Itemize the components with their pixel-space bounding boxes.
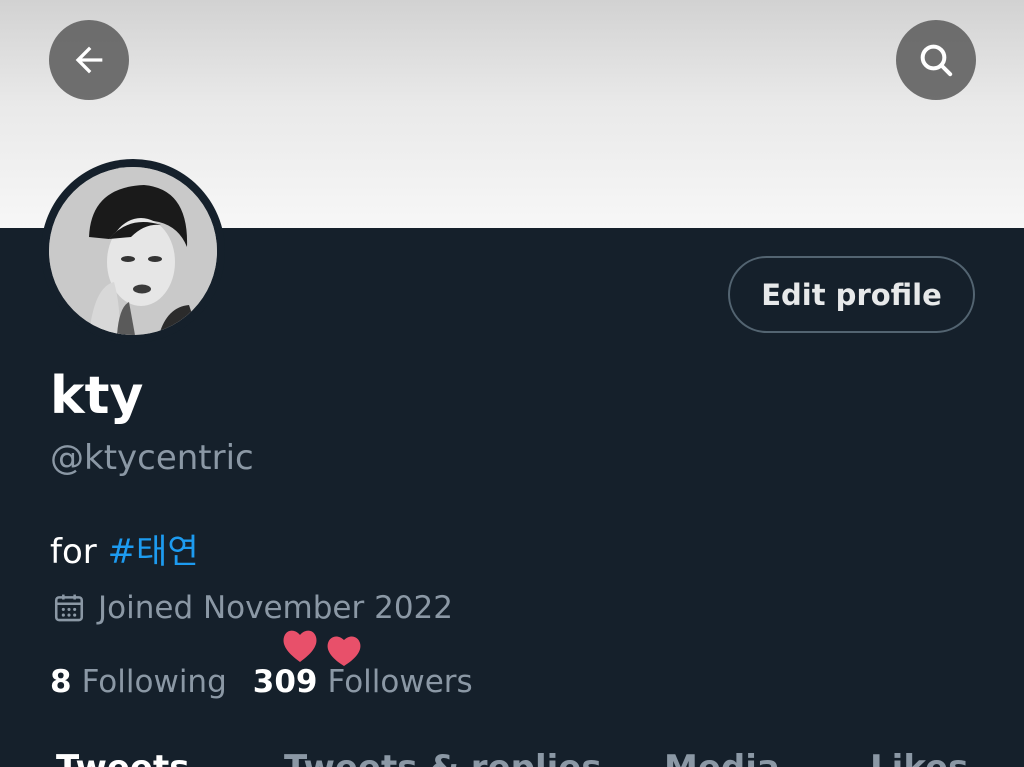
following-link[interactable]: 8 Following bbox=[50, 664, 227, 700]
search-button[interactable] bbox=[896, 20, 976, 100]
back-button[interactable] bbox=[49, 20, 129, 100]
profile-tabs: Tweets Tweets & replies Media Likes bbox=[0, 748, 1024, 767]
display-name: kty bbox=[50, 366, 144, 426]
tab-likes[interactable]: Likes bbox=[870, 748, 968, 767]
tab-tweets[interactable]: Tweets bbox=[56, 748, 189, 767]
tab-tweets-replies[interactable]: Tweets & replies bbox=[284, 748, 602, 767]
avatar-image bbox=[49, 167, 217, 335]
search-icon bbox=[920, 44, 953, 77]
following-label: Following bbox=[81, 664, 227, 700]
avatar[interactable] bbox=[41, 159, 225, 343]
bio-text: for bbox=[50, 532, 108, 572]
hearts-sticker-icon bbox=[283, 630, 361, 666]
tab-media[interactable]: Media bbox=[664, 748, 780, 767]
followers-label: Followers bbox=[327, 664, 473, 700]
follow-stats: 8 Following 309 Followers bbox=[50, 664, 499, 700]
edit-profile-button[interactable]: Edit profile bbox=[728, 256, 975, 333]
following-count: 8 bbox=[50, 664, 72, 700]
followers-count: 309 bbox=[252, 664, 318, 700]
bio-hashtag-link[interactable]: #태연 bbox=[108, 532, 199, 572]
bio: for #태연 bbox=[50, 524, 199, 573]
arrow-left-icon bbox=[75, 46, 103, 74]
user-handle: @ktycentric bbox=[50, 438, 254, 478]
calendar-icon bbox=[54, 594, 84, 622]
followers-link[interactable]: 309 Followers bbox=[253, 664, 473, 700]
joined-text: Joined November 2022 bbox=[98, 590, 453, 626]
joined-date: Joined November 2022 bbox=[52, 590, 453, 626]
